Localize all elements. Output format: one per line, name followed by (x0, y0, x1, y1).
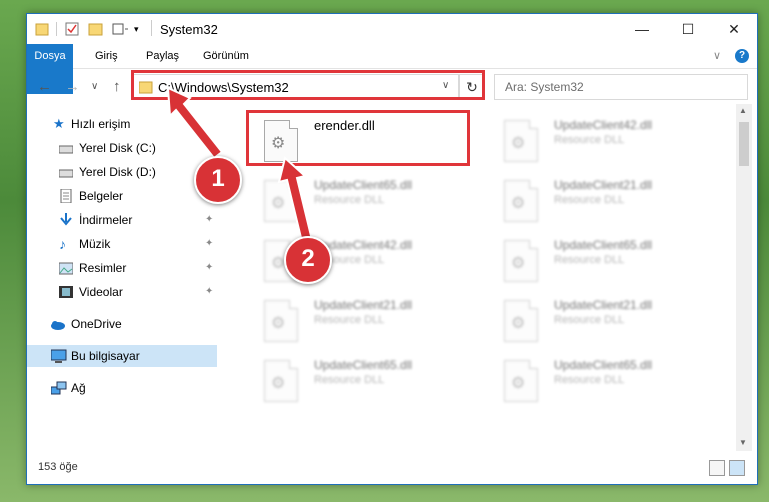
step-1-badge: 1 (194, 156, 242, 204)
step-2-badge: 2 (284, 236, 332, 284)
annotation-arrows (166, 86, 314, 244)
arrow-2 (277, 156, 314, 244)
arrow-1 (166, 86, 224, 160)
